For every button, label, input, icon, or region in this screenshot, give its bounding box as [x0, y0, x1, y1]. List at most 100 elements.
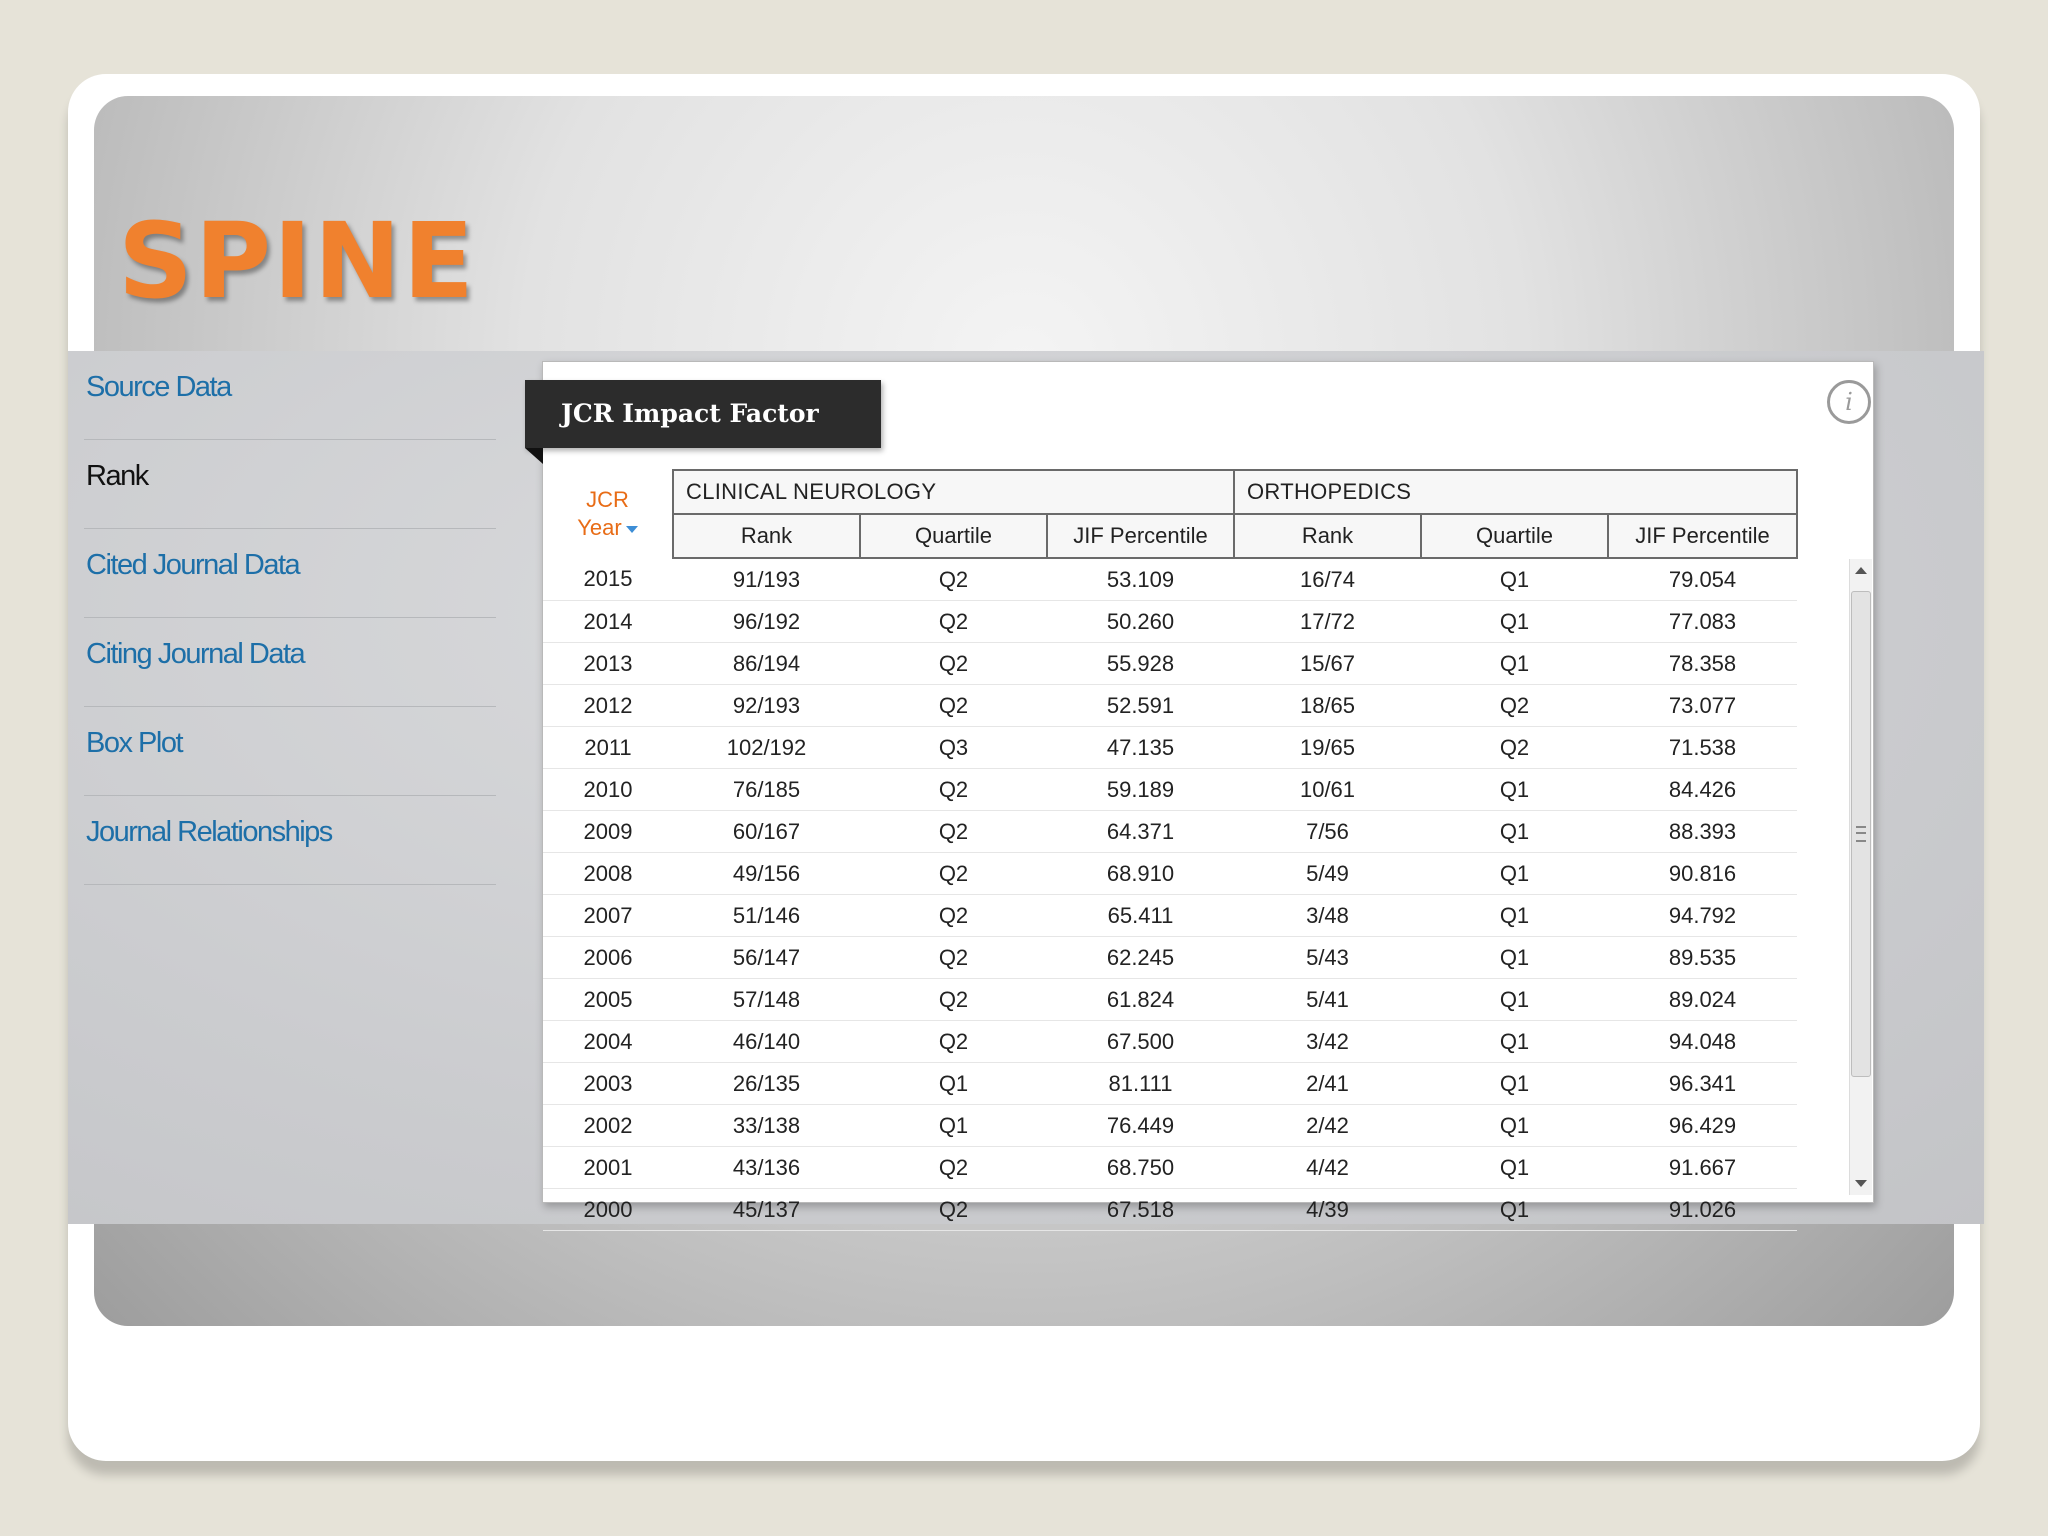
ortho-rank-cell: 16/74 — [1234, 558, 1421, 601]
sidebar-item-cited-journal-data[interactable]: Cited Journal Data — [84, 529, 496, 618]
neuro-quartile-cell: Q2 — [860, 978, 1047, 1021]
neuro-jif-cell: 67.500 — [1047, 1020, 1234, 1063]
slide-title: SPINE — [118, 200, 476, 322]
neuro-quartile-cell: Q2 — [860, 1146, 1047, 1189]
neuro-quartile-cell: Q2 — [860, 852, 1047, 895]
ortho-jif-cell: 91.026 — [1608, 1188, 1798, 1231]
neuro-jif-cell: 68.750 — [1047, 1146, 1234, 1189]
info-icon[interactable]: i — [1827, 380, 1871, 424]
neuro-rank-cell: 43/136 — [673, 1146, 860, 1189]
neuro-jif-cell: 52.591 — [1047, 684, 1234, 727]
neuro-jif-cell: 59.189 — [1047, 768, 1234, 811]
neuro-rank-cell: 91/193 — [673, 558, 860, 601]
scroll-thumb[interactable] — [1851, 591, 1871, 1077]
table-row: 2009 60/167 Q2 64.371 7/56 Q1 88.393 — [543, 810, 1798, 853]
ortho-rank-cell: 4/39 — [1234, 1188, 1421, 1231]
neuro-quartile-cell: Q2 — [860, 768, 1047, 811]
neuro-jif-cell: 61.824 — [1047, 978, 1234, 1021]
sidebar-item-journal-relationships[interactable]: Journal Relationships — [84, 796, 496, 885]
ortho-rank-cell: 2/42 — [1234, 1104, 1421, 1147]
ortho-jif-cell: 94.792 — [1608, 894, 1798, 937]
col-header-rank[interactable]: Rank — [1233, 513, 1422, 559]
col-header-jif-percentile[interactable]: JIF Percentile — [1606, 513, 1799, 559]
neuro-rank-cell: 86/194 — [673, 642, 860, 685]
year-cell: 2006 — [543, 936, 673, 979]
ortho-quartile-cell: Q1 — [1421, 852, 1608, 895]
neuro-jif-cell: 65.411 — [1047, 894, 1234, 937]
ortho-quartile-cell: Q1 — [1421, 978, 1608, 1021]
table-row: 2011 102/192 Q3 47.135 19/65 Q2 71.538 — [543, 726, 1798, 769]
year-cell: 2011 — [543, 726, 673, 769]
neuro-jif-cell: 68.910 — [1047, 852, 1234, 895]
sidebar: Source Data Rank Cited Journal Data Citi… — [84, 351, 496, 885]
ortho-jif-cell: 89.024 — [1608, 978, 1798, 1021]
jcr-year-header[interactable]: JCR Year — [543, 470, 673, 558]
ortho-quartile-cell: Q1 — [1421, 642, 1608, 685]
neuro-rank-cell: 26/135 — [673, 1062, 860, 1105]
ortho-jif-cell: 94.048 — [1608, 1020, 1798, 1063]
ortho-rank-cell: 5/41 — [1234, 978, 1421, 1021]
table-row: 2000 45/137 Q2 67.518 4/39 Q1 91.026 — [543, 1188, 1798, 1231]
ortho-quartile-cell: Q1 — [1421, 936, 1608, 979]
table-row: 2005 57/148 Q2 61.824 5/41 Q1 89.024 — [543, 978, 1798, 1021]
jcr-impact-factor-panel: JCR Impact Factor i JCR Year CLINICAL NE… — [525, 361, 1874, 1231]
neuro-jif-cell: 81.111 — [1047, 1062, 1234, 1105]
ortho-rank-cell: 10/61 — [1234, 768, 1421, 811]
neuro-rank-cell: 33/138 — [673, 1104, 860, 1147]
panel-tab-fold — [525, 448, 543, 464]
neuro-jif-cell: 55.928 — [1047, 642, 1234, 685]
ortho-quartile-cell: Q2 — [1421, 684, 1608, 727]
ortho-rank-cell: 7/56 — [1234, 810, 1421, 853]
neuro-rank-cell: 102/192 — [673, 726, 860, 769]
neuro-quartile-cell: Q2 — [860, 684, 1047, 727]
neuro-quartile-cell: Q2 — [860, 1188, 1047, 1231]
ortho-rank-cell: 17/72 — [1234, 600, 1421, 643]
ortho-quartile-cell: Q1 — [1421, 810, 1608, 853]
ortho-quartile-cell: Q1 — [1421, 894, 1608, 937]
neuro-rank-cell: 60/167 — [673, 810, 860, 853]
sidebar-item-citing-journal-data[interactable]: Citing Journal Data — [84, 618, 496, 707]
neuro-jif-cell: 64.371 — [1047, 810, 1234, 853]
year-cell: 2004 — [543, 1020, 673, 1063]
sort-down-icon[interactable] — [625, 525, 638, 533]
ortho-rank-cell: 3/42 — [1234, 1020, 1421, 1063]
year-cell: 2000 — [543, 1188, 673, 1231]
ortho-jif-cell: 90.816 — [1608, 852, 1798, 895]
neuro-quartile-cell: Q3 — [860, 726, 1047, 769]
table-row: 2010 76/185 Q2 59.189 10/61 Q1 84.426 — [543, 768, 1798, 811]
table-body: 2015 91/193 Q2 53.109 16/74 Q1 79.054 2014 96/19… — [543, 558, 1798, 1231]
ortho-quartile-cell: Q1 — [1421, 1146, 1608, 1189]
ortho-quartile-cell: Q2 — [1421, 726, 1608, 769]
ortho-jif-cell: 91.667 — [1608, 1146, 1798, 1189]
neuro-quartile-cell: Q2 — [860, 894, 1047, 937]
year-cell: 2003 — [543, 1062, 673, 1105]
neuro-rank-cell: 56/147 — [673, 936, 860, 979]
ortho-quartile-cell: Q1 — [1421, 1020, 1608, 1063]
neuro-quartile-cell: Q1 — [860, 1062, 1047, 1105]
ortho-quartile-cell: Q1 — [1421, 768, 1608, 811]
year-cell: 2013 — [543, 642, 673, 685]
col-header-quartile[interactable]: Quartile — [859, 513, 1048, 559]
sidebar-item-box-plot[interactable]: Box Plot — [84, 707, 496, 796]
table-row: 2012 92/193 Q2 52.591 18/65 Q2 73.077 — [543, 684, 1798, 727]
table-row: 2003 26/135 Q1 81.111 2/41 Q1 96.341 — [543, 1062, 1798, 1105]
col-header-quartile[interactable]: Quartile — [1420, 513, 1609, 559]
sidebar-item-source-data[interactable]: Source Data — [84, 351, 496, 440]
vertical-scrollbar[interactable] — [1849, 559, 1872, 1195]
neuro-rank-cell: 51/146 — [673, 894, 860, 937]
col-header-jif-percentile[interactable]: JIF Percentile — [1046, 513, 1235, 559]
neuro-quartile-cell: Q2 — [860, 600, 1047, 643]
sidebar-item-rank[interactable]: Rank — [84, 440, 496, 529]
ortho-jif-cell: 96.341 — [1608, 1062, 1798, 1105]
jcr-year-header-line2: Year — [577, 515, 622, 540]
group-header-clinical-neurology: CLINICAL NEUROLOGY — [672, 469, 1235, 515]
col-header-rank[interactable]: Rank — [672, 513, 861, 559]
ortho-rank-cell: 15/67 — [1234, 642, 1421, 685]
table-row: 2002 33/138 Q1 76.449 2/42 Q1 96.429 — [543, 1104, 1798, 1147]
year-cell: 2001 — [543, 1146, 673, 1189]
scroll-down-arrow-icon[interactable] — [1855, 1180, 1867, 1187]
neuro-quartile-cell: Q2 — [860, 642, 1047, 685]
panel-tab-title: JCR Impact Factor — [525, 380, 881, 448]
neuro-rank-cell: 46/140 — [673, 1020, 860, 1063]
scroll-up-arrow-icon[interactable] — [1855, 567, 1867, 574]
